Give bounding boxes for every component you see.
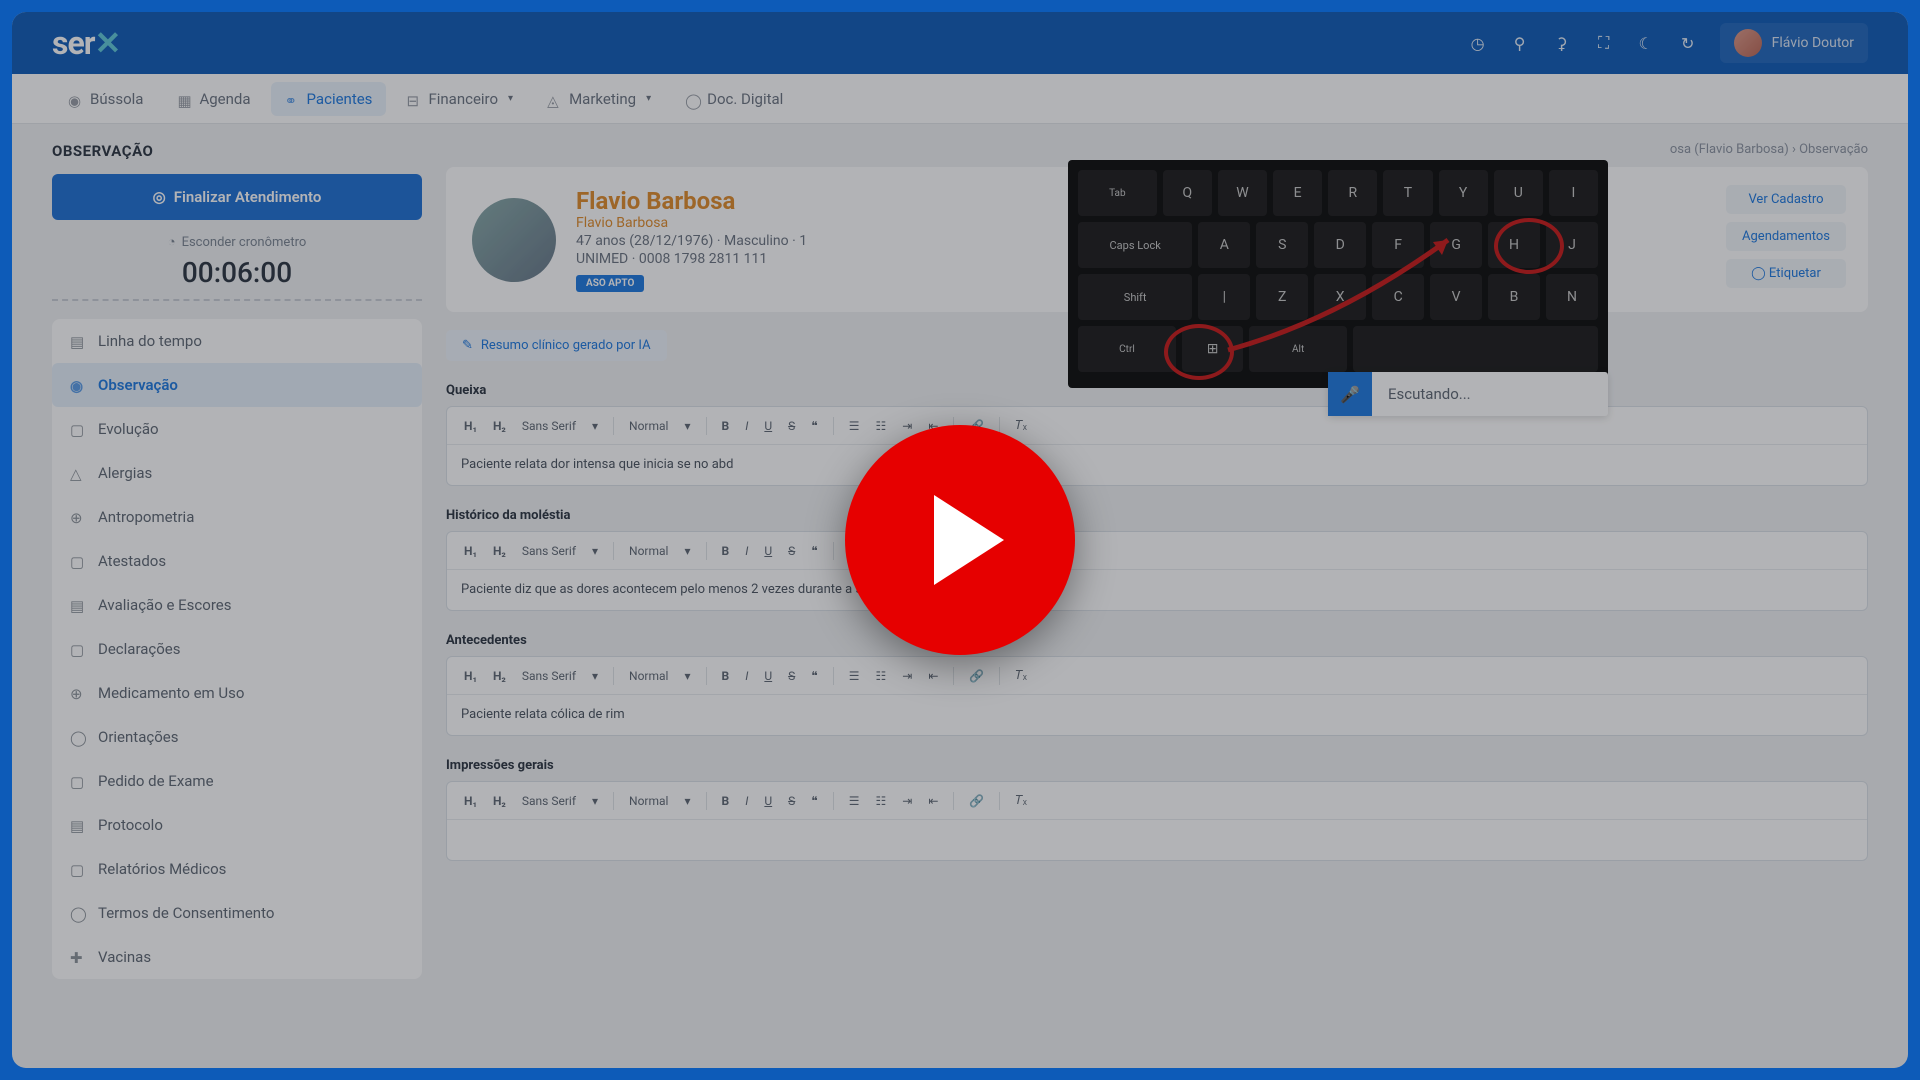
main-nav: ◉Bússola ▦Agenda ⚭Pacientes ⊟Financeiro▾… xyxy=(12,74,1908,124)
sidebar-item-orientacoes[interactable]: ◯Orientações xyxy=(52,715,422,759)
hide-timer-link[interactable]: ◔ Esconder cronômetro xyxy=(52,234,422,250)
breadcrumb: osa (Flavio Barbosa) › Observação xyxy=(446,142,1868,157)
timer-box: ◔ Esconder cronômetro 00:06:00 xyxy=(52,220,422,319)
italic-button[interactable]: I xyxy=(740,416,753,436)
sidebar-item-atestados[interactable]: ▢Atestados xyxy=(52,539,422,583)
nav-pacientes[interactable]: ⚭Pacientes xyxy=(271,82,387,116)
historico-text[interactable]: Paciente diz que as dores acontecem pelo… xyxy=(447,570,1867,610)
antecedentes-text[interactable]: Paciente relata cólica de rim xyxy=(447,695,1867,735)
historico-editor: H₁ H₂ Sans Serif▾ Normal▾ B I U S ❝ ☰☷⇥⇤ xyxy=(446,531,1868,611)
sidebar-item-observacao[interactable]: ◉Observação xyxy=(52,363,422,407)
key-tab: Tab xyxy=(1078,170,1157,216)
sidebar-item-linha-do-tempo[interactable]: ▤Linha do tempo xyxy=(52,319,422,363)
sidebar-item-evolucao[interactable]: ▢Evolução xyxy=(52,407,422,451)
sidebar-item-declaracoes[interactable]: ▢Declarações xyxy=(52,627,422,671)
antecedentes-label: Antecedentes xyxy=(446,633,1868,648)
key-ctrl: Ctrl xyxy=(1078,326,1176,372)
user-menu[interactable]: Flávio Doutor xyxy=(1720,23,1868,63)
etiquetar-button[interactable]: ◯ Etiquetar xyxy=(1726,259,1846,288)
listening-text: Escutando... xyxy=(1372,385,1487,403)
nav-bussola[interactable]: ◉Bússola xyxy=(54,82,157,116)
page-title: OBSERVAÇÃO xyxy=(52,142,422,160)
side-nav: ▤Linha do tempo ◉Observação ▢Evolução △A… xyxy=(52,319,422,979)
queixa-editor: H₁ H₂ Sans Serif ▾ Normal ▾ B I U S ❝ xyxy=(446,406,1868,486)
sidebar-item-relatorios[interactable]: ▢Relatórios Médicos xyxy=(52,847,422,891)
sidebar-item-termos[interactable]: ◯Termos de Consentimento xyxy=(52,891,422,935)
strike-button[interactable]: S xyxy=(783,416,800,436)
font-caret[interactable]: ▾ xyxy=(587,416,603,436)
people-icon[interactable]: ⚳ xyxy=(1552,33,1572,53)
clock-icon[interactable]: ◷ xyxy=(1468,33,1488,53)
list-ol-button[interactable]: ☷ xyxy=(871,416,892,436)
sidebar-item-antropometria[interactable]: ⊕Antropometria xyxy=(52,495,422,539)
expand-icon[interactable]: ⛶ xyxy=(1594,33,1614,53)
patient-avatar xyxy=(472,198,556,282)
key-caps: Caps Lock xyxy=(1078,222,1192,268)
impressoes-text[interactable] xyxy=(447,820,1867,860)
queixa-toolbar: H₁ H₂ Sans Serif ▾ Normal ▾ B I U S ❝ xyxy=(447,407,1867,445)
indent-button[interactable]: ⇥ xyxy=(897,416,917,436)
mic-icon: 🎤 xyxy=(1328,372,1372,416)
bold-button[interactable]: B xyxy=(717,416,735,436)
nav-doc-digital[interactable]: ◯Doc. Digital xyxy=(671,82,797,116)
agendamentos-button[interactable]: Agendamentos xyxy=(1726,222,1846,251)
font-select[interactable]: Sans Serif xyxy=(517,416,581,436)
queixa-text[interactable]: Paciente relata dor intensa que inicia s… xyxy=(447,445,1867,485)
key-shift: Shift xyxy=(1078,274,1192,320)
listening-box: 🎤 Escutando... xyxy=(1328,372,1608,416)
play-icon xyxy=(934,495,1004,585)
patient-badge: ASO APTO xyxy=(576,275,644,292)
sidebar-item-avaliacao[interactable]: ▤Avaliação e Escores xyxy=(52,583,422,627)
impressoes-label: Impressões gerais xyxy=(446,758,1868,773)
historico-label: Histórico da moléstia xyxy=(446,508,1868,523)
h2-button[interactable]: H₂ xyxy=(488,416,511,436)
nav-marketing[interactable]: ◬Marketing▾ xyxy=(533,82,665,116)
size-select[interactable]: Normal xyxy=(624,416,673,436)
sidebar-item-medicamento[interactable]: ⊕Medicamento em Uso xyxy=(52,671,422,715)
moon-icon[interactable]: ☾ xyxy=(1636,33,1656,53)
play-video-button[interactable] xyxy=(845,425,1075,655)
antecedentes-editor: H₁ H₂ Sans Serif▾ Normal▾ B I U S ❝ ☰☷⇥⇤ xyxy=(446,656,1868,736)
ver-cadastro-button[interactable]: Ver Cadastro xyxy=(1726,185,1846,214)
brand-logo: ser✕ xyxy=(52,24,120,62)
keyboard-overlay: Tab Q W E R T Y U I Caps Lock A S D F G … xyxy=(1068,160,1608,388)
sidebar-item-vacinas[interactable]: ✚Vacinas xyxy=(52,935,422,979)
ai-summary-pill[interactable]: ✎ Resumo clínico gerado por IA xyxy=(446,330,667,361)
sidebar-item-protocolo[interactable]: ▤Protocolo xyxy=(52,803,422,847)
underline-button[interactable]: U xyxy=(759,416,777,436)
finalize-button[interactable]: ◎ Finalizar Atendimento xyxy=(52,174,422,220)
highlight-h-key xyxy=(1494,218,1564,274)
impressoes-editor: H₁ H₂ Sans Serif▾ Normal▾ B I U S ❝ ☰☷⇥⇤ xyxy=(446,781,1868,861)
quote-button[interactable]: ❝ xyxy=(806,416,822,436)
nav-financeiro[interactable]: ⊟Financeiro▾ xyxy=(392,82,527,116)
user-name: Flávio Doutor xyxy=(1772,35,1854,51)
user-avatar xyxy=(1734,29,1762,57)
sidebar-item-alergias[interactable]: △Alergias xyxy=(52,451,422,495)
refresh-icon[interactable]: ↻ xyxy=(1678,33,1698,53)
person-icon[interactable]: ⚲ xyxy=(1510,33,1530,53)
h1-button[interactable]: H₁ xyxy=(459,416,482,436)
sidebar-item-pedido-exame[interactable]: ▢Pedido de Exame xyxy=(52,759,422,803)
nav-agenda[interactable]: ▦Agenda xyxy=(163,82,264,116)
topbar: ser✕ ◷ ⚲ ⚳ ⛶ ☾ ↻ Flávio Doutor xyxy=(12,12,1908,74)
clear-button[interactable]: 𝑇ₓ xyxy=(1010,415,1032,436)
list-ul-button[interactable]: ☰ xyxy=(844,416,865,436)
timer-value: 00:06:00 xyxy=(52,256,422,289)
shortcut-arrow xyxy=(1208,230,1468,360)
